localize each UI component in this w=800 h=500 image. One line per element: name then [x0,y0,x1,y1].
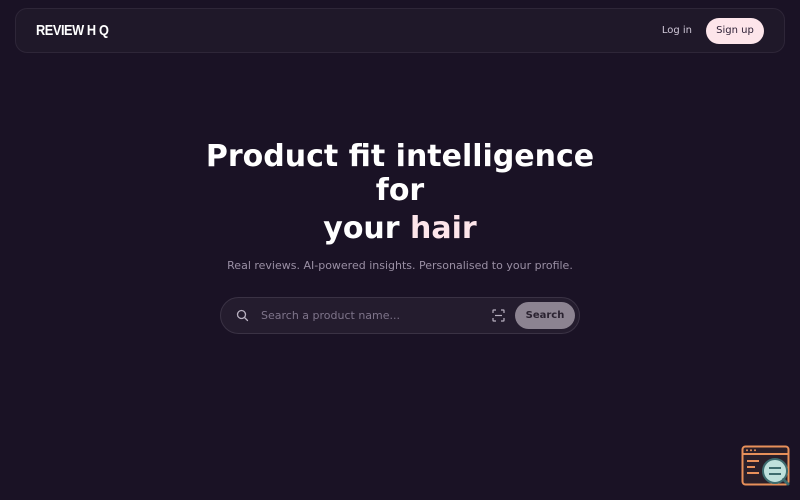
hero-title-line2: for [375,173,425,208]
hero: Product fit intelligence for your hair R… [0,140,800,273]
login-link[interactable]: Log in [662,25,692,36]
search-button[interactable]: Search [515,302,575,329]
scan-icon[interactable] [491,309,505,323]
logo-q-glyph: Q [99,22,109,39]
hero-title-line1: Product fit intelligence [205,139,595,174]
hero-title-line3: your hair [0,212,800,246]
logo[interactable]: REVIEW H Q [36,22,109,39]
hero-title-prefix: your [323,211,411,246]
search-input[interactable] [261,309,491,322]
page: REVIEW H Q Log in Sign up Product fit in… [0,0,800,500]
nav-actions: Log in Sign up [662,17,764,44]
logo-text: REVIEW H [36,22,96,39]
hero-title-highlight: hair [410,211,477,246]
signup-button[interactable]: Sign up [706,17,764,44]
hero-subtitle: Real reviews. AI-powered insights. Perso… [227,259,573,272]
browser-search-icon[interactable] [741,445,791,490]
hero-title: Product fit intelligence for your hair [0,140,800,246]
search-bar: Search [220,297,580,334]
navbar: REVIEW H Q Log in Sign up [15,8,785,53]
search-icon [235,309,249,323]
